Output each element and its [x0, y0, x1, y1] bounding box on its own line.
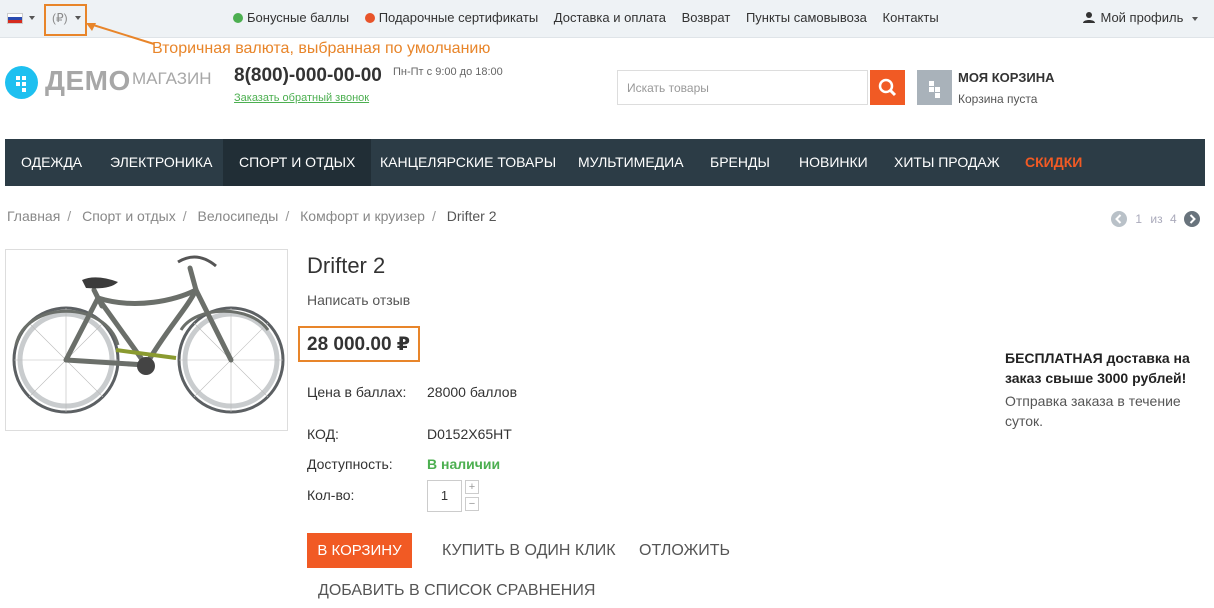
nav-item-stationery[interactable]: КАНЦЕЛЯРСКИЕ ТОВАРЫ: [380, 139, 556, 186]
quantity-label: Кол-во:: [307, 487, 355, 503]
points-value: 28000 баллов: [427, 384, 518, 400]
gift-certificates-link[interactable]: Подарочные сертификаты: [364, 10, 538, 25]
code-label: КОД:: [307, 426, 339, 442]
main-nav: ОДЕЖДА ЭЛЕКТРОНИКА СПОРТ И ОТДЫХ КАНЦЕЛЯ…: [5, 139, 1205, 186]
returns-link[interactable]: Возврат: [682, 10, 731, 25]
add-to-cart-button[interactable]: В КОРЗИНУ: [307, 533, 412, 568]
search-input[interactable]: Искать товары: [617, 70, 868, 105]
add-to-compare-button[interactable]: ДОБАВИТЬ В СПИСОК СРАВНЕНИЯ: [318, 582, 595, 600]
free-delivery-headline: БЕСПЛАТНАЯ доставка на заказ свыше 3000 …: [1005, 350, 1190, 386]
quantity-minus-button[interactable]: −: [465, 497, 479, 511]
buy-one-click-button[interactable]: КУПИТЬ В ОДИН КЛИК: [442, 542, 616, 560]
points-label: Цена в баллах:: [307, 384, 407, 400]
nav-item-sport[interactable]: СПОРТ И ОТДЫХ: [223, 139, 372, 186]
russian-flag-icon[interactable]: [7, 13, 23, 24]
pager-current: 1: [1135, 212, 1143, 226]
callback-link[interactable]: Заказать обратный звонок: [234, 92, 369, 104]
user-icon: [1083, 12, 1096, 23]
availability-value: В наличии: [427, 456, 501, 472]
pickup-points-link[interactable]: Пункты самовывоза: [746, 10, 867, 25]
profile-caret-icon: [1192, 16, 1198, 21]
breadcrumb-bicycles[interactable]: Велосипеды: [197, 208, 278, 224]
phone-number: 8(800)-000-00-00: [234, 65, 382, 86]
logo-subtext[interactable]: МАГАЗИН: [132, 69, 211, 89]
language-caret-icon[interactable]: [29, 16, 35, 20]
bicycle-image: [12, 255, 285, 414]
quantity-input[interactable]: 1: [427, 480, 462, 512]
currency-highlight-box: [44, 4, 87, 36]
annotation-text: Вторичная валюта, выбранная по умолчанию: [152, 40, 491, 57]
top-bar: (₽) Бонусные баллы Подарочные сертификат…: [0, 0, 1214, 38]
nav-item-brands[interactable]: БРЕНДЫ: [710, 139, 770, 186]
breadcrumb-current: Drifter 2: [446, 208, 497, 224]
breadcrumb-comfort[interactable]: Комфорт и круизер: [300, 208, 425, 224]
breadcrumb-separator: /: [431, 208, 436, 224]
top-links: Бонусные баллы Подарочные сертификаты До…: [233, 10, 951, 25]
nav-item-electronics[interactable]: ЭЛЕКТРОНИКА: [110, 139, 212, 186]
cart-icon[interactable]: [917, 70, 952, 105]
pager-of: из: [1150, 212, 1163, 226]
nav-item-multimedia[interactable]: МУЛЬТИМЕДИА: [578, 139, 684, 186]
code-value: D0152X65HT: [427, 426, 512, 442]
gift-icon: [364, 13, 375, 23]
breadcrumb: Главная / Спорт и отдых / Велосипеды / Комф…: [7, 208, 497, 224]
defer-button[interactable]: ОТЛОЖИТЬ: [639, 542, 730, 560]
search-button[interactable]: [870, 70, 905, 105]
contacts-link[interactable]: Контакты: [883, 10, 939, 25]
write-review-link[interactable]: Написать отзыв: [307, 292, 410, 308]
breadcrumb-home[interactable]: Главная: [7, 208, 60, 224]
breadcrumb-separator: /: [182, 208, 187, 224]
chevron-right-icon[interactable]: [1183, 211, 1200, 227]
nav-item-new[interactable]: НОВИНКИ: [799, 139, 868, 186]
breadcrumb-separator: /: [67, 208, 72, 224]
nav-item-clothing[interactable]: ОДЕЖДА: [21, 139, 82, 186]
delivery-note: Отправка заказа в течение суток.: [1005, 393, 1181, 429]
product-pager: 1 из 4: [1111, 211, 1200, 227]
search-icon: [878, 78, 897, 97]
annotation-arrow-icon: [86, 23, 155, 45]
delivery-link[interactable]: Доставка и оплата: [554, 10, 666, 25]
product-title: Drifter 2: [307, 253, 386, 278]
breadcrumb-separator: /: [285, 208, 290, 224]
nav-item-sale[interactable]: СКИДКИ: [1025, 139, 1082, 186]
working-hours: Пн-Пт с 9:00 до 18:00: [393, 66, 503, 78]
cart-title[interactable]: МОЯ КОРЗИНА: [958, 70, 1055, 85]
logo-grid-icon: [16, 76, 26, 92]
product-image[interactable]: [5, 249, 288, 431]
cart-status: Корзина пуста: [958, 92, 1038, 106]
logo-text[interactable]: ДЕМО: [45, 65, 131, 97]
product-price: 28 000.00 ₽: [307, 334, 411, 355]
pager-total: 4: [1169, 212, 1177, 226]
chevron-left-icon[interactable]: [1111, 211, 1127, 227]
bonus-icon: [233, 13, 243, 23]
bonus-points-link[interactable]: Бонусные баллы: [233, 10, 349, 25]
availability-label: Доступность:: [307, 456, 393, 472]
profile-menu[interactable]: Мой профиль: [1083, 10, 1198, 25]
nav-item-bestsellers[interactable]: ХИТЫ ПРОДАЖ: [894, 139, 1000, 186]
quantity-plus-button[interactable]: +: [465, 480, 479, 494]
cart-grid-icon: [929, 81, 940, 98]
breadcrumb-sport[interactable]: Спорт и отдых: [82, 208, 176, 224]
logo-icon[interactable]: [5, 66, 38, 99]
